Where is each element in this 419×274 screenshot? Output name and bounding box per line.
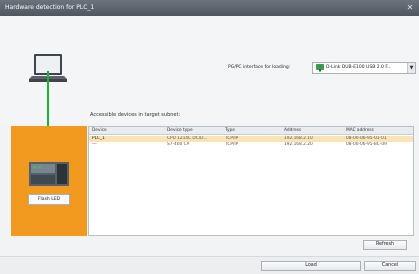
close-icon[interactable]: ✕: [404, 2, 416, 14]
network-adapter-icon: [316, 64, 324, 72]
table-header: Device Device type Type Address MAC addr…: [89, 127, 413, 135]
cancel-button[interactable]: Cancel: [364, 261, 416, 271]
title-bar[interactable]: Hardware detection for PLC_1 ✕: [0, 0, 419, 16]
network-diagram: PG/PC interface for loading: D-Link DUB-…: [0, 16, 419, 124]
plc-icon: [29, 162, 69, 186]
cell-device-type: S7-400 CP: [167, 142, 190, 147]
chevron-down-icon[interactable]: ▼: [407, 63, 415, 73]
plc-panel: Flash LED: [11, 126, 87, 236]
load-button[interactable]: Load: [261, 261, 361, 271]
hardware-detection-dialog: Hardware detection for PLC_1 ✕ PG/PC int…: [0, 0, 419, 274]
flash-led-button[interactable]: Flash LED: [28, 194, 70, 205]
pgpc-interface-dropdown[interactable]: D-Link DUB-E100 USB 2.0 F... ▼: [312, 62, 416, 74]
cell-mac: 08-00-06-95-BC-09: [346, 142, 387, 147]
cell-device: ---: [92, 142, 97, 147]
cell-type: TCP/IP: [225, 142, 239, 147]
window-title: Hardware detection for PLC_1: [5, 4, 95, 11]
column-header-mac[interactable]: MAC address: [346, 127, 412, 134]
pgpc-interface-label: PG/PC interface for loading:: [228, 65, 291, 70]
column-header-address[interactable]: Address: [284, 127, 344, 134]
column-header-type[interactable]: Type: [225, 127, 281, 134]
table-row[interactable]: --- S7-400 CP TCP/IP 192.168.2.20 08-00-…: [89, 142, 413, 148]
accessible-devices-label: Accessible devices in target subnet:: [90, 112, 181, 118]
refresh-button[interactable]: Refresh: [363, 240, 407, 250]
column-header-device[interactable]: Device: [92, 127, 164, 134]
accessible-devices-table: Device Device type Type Address MAC addr…: [88, 126, 414, 236]
cell-address: 192.168.2.20: [284, 142, 313, 147]
pgpc-interface-value: D-Link DUB-E100 USB 2.0 F...: [326, 65, 392, 70]
column-header-device-type[interactable]: Device type: [167, 127, 225, 134]
